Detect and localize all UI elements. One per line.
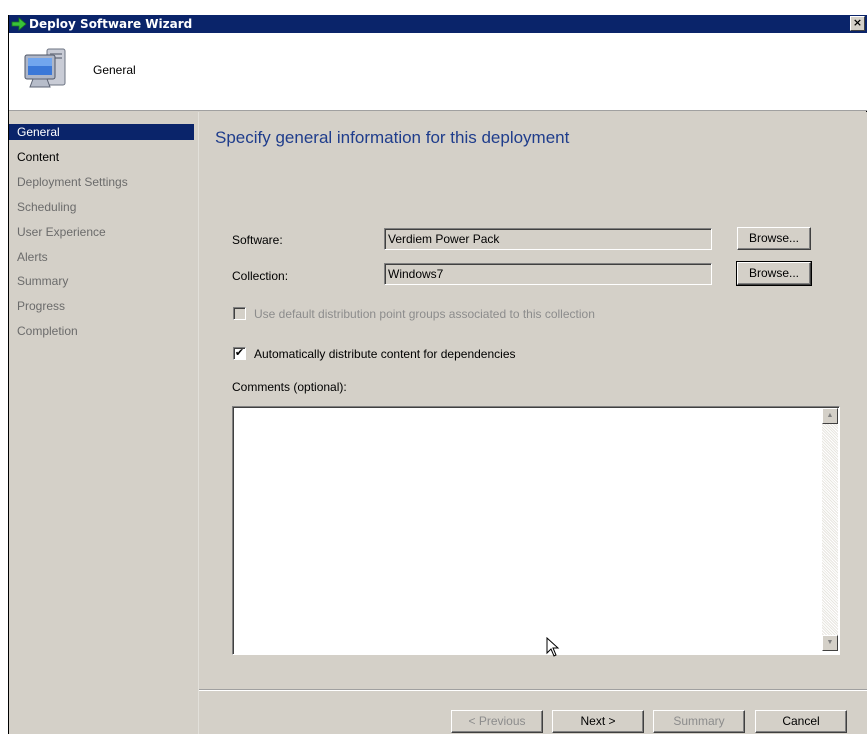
- comments-textarea[interactable]: [232, 406, 840, 655]
- wizard-steps: General Content Deployment Settings Sche…: [9, 112, 198, 734]
- main-panel: Specify general information for this dep…: [198, 112, 867, 734]
- green-arrow-icon: [11, 17, 27, 31]
- footer-separator: [199, 689, 867, 691]
- use-default-dp-checkbox: [233, 307, 246, 320]
- software-browse-button[interactable]: Browse...: [737, 227, 811, 250]
- step-content[interactable]: Content: [9, 149, 194, 165]
- title-bar[interactable]: Deploy Software Wizard ×: [9, 15, 867, 33]
- step-scheduling: Scheduling: [17, 200, 77, 214]
- use-default-dp-label: Use default distribution point groups as…: [254, 307, 595, 321]
- close-button[interactable]: ×: [850, 16, 865, 31]
- wizard-header: General: [9, 33, 867, 111]
- next-button[interactable]: Next >: [552, 710, 644, 733]
- collection-label: Collection:: [232, 269, 289, 283]
- step-completion: Completion: [17, 324, 78, 338]
- step-summary: Summary: [17, 274, 69, 288]
- check-mark-icon: ✔: [234, 347, 245, 359]
- software-label: Software:: [232, 233, 283, 247]
- step-user-experience: User Experience: [17, 225, 106, 239]
- comments-label: Comments (optional):: [232, 380, 347, 394]
- summary-button: Summary: [653, 710, 745, 733]
- previous-button: < Previous: [451, 710, 543, 733]
- step-general[interactable]: General: [9, 124, 194, 140]
- window-title: Deploy Software Wizard: [29, 17, 193, 31]
- mouse-cursor-icon: [546, 637, 560, 657]
- cancel-button[interactable]: Cancel: [755, 710, 847, 733]
- wizard-window: Deploy Software Wizard × General General…: [8, 15, 867, 734]
- step-progress: Progress: [17, 299, 66, 313]
- header-title: General: [93, 63, 136, 77]
- auto-distribute-label[interactable]: Automatically distribute content for dep…: [254, 347, 516, 361]
- auto-distribute-checkbox[interactable]: ✔: [233, 347, 246, 360]
- step-alerts: Alerts: [17, 250, 48, 264]
- collection-browse-button[interactable]: Browse...: [736, 261, 812, 286]
- software-field[interactable]: Verdiem Power Pack: [384, 228, 712, 250]
- collection-field[interactable]: Windows7: [384, 263, 712, 285]
- step-deployment-settings: Deployment Settings: [17, 175, 128, 189]
- page-heading: Specify general information for this dep…: [215, 128, 570, 147]
- computer-icon: [24, 48, 66, 88]
